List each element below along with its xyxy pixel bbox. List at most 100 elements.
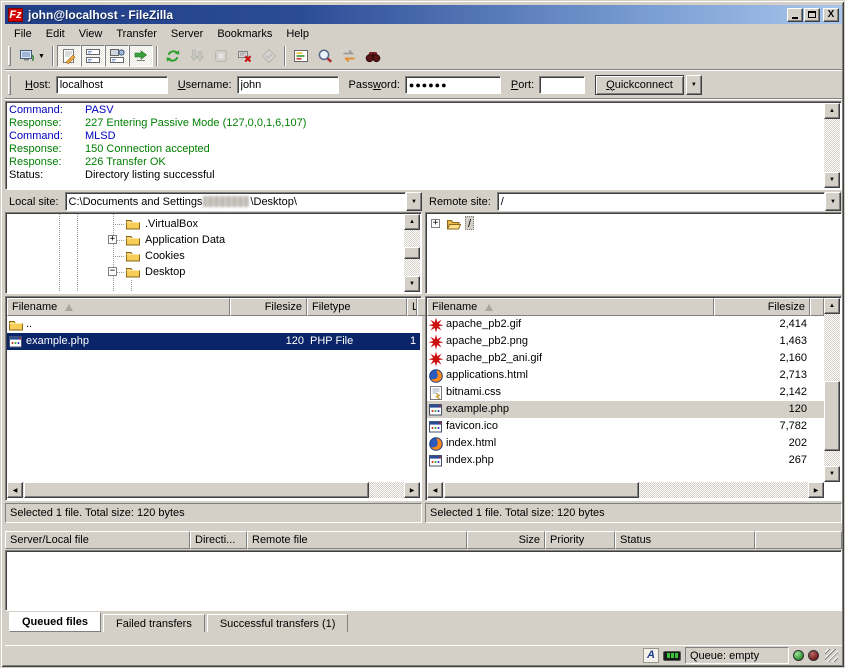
- column-header-filesize[interactable]: Filesize: [230, 298, 307, 316]
- scroll-up-icon[interactable]: ▲: [404, 214, 420, 230]
- remote-site-dropdown-icon[interactable]: ▼: [825, 192, 841, 211]
- file-row-favicon-ico[interactable]: favicon.ico7,782: [427, 418, 824, 435]
- menu-item-bookmarks[interactable]: Bookmarks: [210, 26, 279, 42]
- close-button[interactable]: X: [823, 8, 839, 22]
- minimize-button[interactable]: [787, 8, 803, 22]
- scroll-down-icon[interactable]: ▼: [404, 276, 420, 292]
- cancel-operation-button[interactable]: [209, 45, 233, 67]
- local-hscrollbar[interactable]: ◀ ▶: [7, 482, 420, 499]
- toggle-local-tree-button[interactable]: [81, 45, 105, 67]
- data-type-indicator-icon[interactable]: A: [643, 648, 659, 663]
- queue-column-label: Remote file: [252, 534, 308, 546]
- quickconnect-dropdown-icon[interactable]: ▼: [686, 75, 702, 95]
- toggle-queue-view-button[interactable]: [129, 45, 153, 67]
- menu-item-file[interactable]: File: [7, 26, 39, 42]
- cell-name: apache_pb2.gif: [427, 316, 714, 333]
- local-site-combobox[interactable]: C:\Documents and Settings\Desktop\: [65, 192, 406, 211]
- tree-expand-icon[interactable]: +: [431, 219, 440, 228]
- scroll-up-icon[interactable]: ▲: [824, 298, 840, 314]
- tree-item-root[interactable]: /: [465, 216, 474, 230]
- menu-item-help[interactable]: Help: [279, 26, 316, 42]
- scroll-down-icon[interactable]: ▼: [824, 172, 840, 188]
- queue-column-remote-file[interactable]: Remote file: [247, 531, 467, 549]
- file-row-apache-pb2-gif[interactable]: apache_pb2.gif2,414: [427, 316, 824, 333]
- refresh-button[interactable]: [161, 45, 185, 67]
- local-site-dropdown-icon[interactable]: ▼: [406, 192, 422, 211]
- tab-queued-files[interactable]: Queued files: [9, 612, 101, 632]
- queue-column-status[interactable]: Status: [615, 531, 755, 549]
- local-tree-scroll-thumb[interactable]: [404, 247, 420, 259]
- queue-column-size[interactable]: Size: [467, 531, 545, 549]
- filter-button[interactable]: [289, 45, 313, 67]
- file-row-apache-pb2-ani-gif[interactable]: apache_pb2_ani.gif2,160: [427, 350, 824, 367]
- host-input[interactable]: [56, 76, 168, 94]
- tab-failed-transfers[interactable]: Failed transfers: [103, 614, 205, 632]
- quickconnect-grip[interactable]: [8, 75, 11, 95]
- file-row-bitnami-css[interactable]: bitnami.css2,142: [427, 384, 824, 401]
- reconnect-button[interactable]: [257, 45, 281, 67]
- tree-item-desktop[interactable]: Desktop: [143, 265, 187, 279]
- password-input[interactable]: [405, 76, 501, 94]
- port-input[interactable]: [539, 76, 585, 94]
- queue-column-blank[interactable]: [755, 531, 842, 549]
- column-header-filetype[interactable]: Filetype: [307, 298, 407, 316]
- file-row--[interactable]: ..: [7, 316, 420, 333]
- log-scroll-track[interactable]: [824, 119, 840, 172]
- scroll-right-icon[interactable]: ▶: [808, 482, 824, 498]
- column-header-filesize[interactable]: Filesize: [714, 298, 810, 316]
- queue-column-priority[interactable]: Priority: [545, 531, 615, 549]
- tab-successful-transfers-1-[interactable]: Successful transfers (1): [207, 614, 349, 632]
- file-row-applications-html[interactable]: applications.html2,713: [427, 367, 824, 384]
- tree-item-application-data[interactable]: Application Data: [143, 233, 227, 247]
- remote-scroll-thumb[interactable]: [824, 381, 840, 451]
- log-vscrollbar[interactable]: ▲ ▼: [824, 103, 840, 188]
- file-row-index-php[interactable]: index.php267: [427, 452, 824, 469]
- username-input[interactable]: [237, 76, 339, 94]
- tree-expand-icon[interactable]: +: [108, 235, 117, 244]
- speed-limits-icon[interactable]: [663, 651, 681, 661]
- queue-column-directi-[interactable]: Directi...: [190, 531, 247, 549]
- scroll-right-icon[interactable]: ▶: [404, 482, 420, 498]
- file-row-example-php[interactable]: example.php120: [427, 401, 824, 418]
- local-hscroll-thumb[interactable]: [24, 482, 369, 498]
- menu-item-server[interactable]: Server: [164, 26, 210, 42]
- scroll-left-icon[interactable]: ◀: [7, 482, 23, 498]
- synchronized-browsing-button[interactable]: [337, 45, 361, 67]
- toolbar-separator: [52, 46, 54, 66]
- file-row-example-php[interactable]: example.php120PHP File1: [7, 333, 420, 350]
- process-queue-button[interactable]: [185, 45, 209, 67]
- maximize-button[interactable]: [804, 8, 820, 22]
- scroll-left-icon[interactable]: ◀: [427, 482, 443, 498]
- file-row-index-html[interactable]: index.html202: [427, 435, 824, 452]
- remote-hscroll-thumb[interactable]: [444, 482, 639, 498]
- column-header-l[interactable]: L: [407, 298, 417, 316]
- queue-list[interactable]: [5, 550, 842, 611]
- menu-item-edit[interactable]: Edit: [39, 26, 72, 42]
- toggle-log-view-button[interactable]: [57, 45, 81, 67]
- quickconnect-button[interactable]: Quickconnect: [595, 75, 684, 95]
- menu-item-view[interactable]: View: [72, 26, 110, 42]
- local-tree-vscrollbar[interactable]: ▲ ▼: [404, 214, 420, 292]
- resize-grip[interactable]: [825, 649, 838, 662]
- site-manager-button[interactable]: ▼: [15, 45, 49, 67]
- toggle-remote-tree-button[interactable]: [105, 45, 129, 67]
- local-tree-rows: .VirtualBox + Application Data Cookies − Desk…: [7, 214, 404, 292]
- tree-collapse-icon[interactable]: −: [108, 267, 117, 276]
- queue-column-server-local-file[interactable]: Server/Local file: [5, 531, 190, 549]
- tree-item--virtualbox[interactable]: .VirtualBox: [143, 217, 200, 231]
- find-files-button[interactable]: [361, 45, 385, 67]
- remote-vscrollbar[interactable]: ▲ ▼: [824, 298, 840, 482]
- menu-item-transfer[interactable]: Transfer: [109, 26, 164, 42]
- directory-comparison-button[interactable]: [313, 45, 337, 67]
- scroll-down-icon[interactable]: ▼: [824, 466, 840, 482]
- column-header-filename[interactable]: Filename: [7, 298, 230, 316]
- remote-hscrollbar[interactable]: ◀ ▶: [427, 482, 824, 499]
- column-header-filename[interactable]: Filename: [427, 298, 714, 316]
- title-bar[interactable]: Fz john@localhost - FileZilla X: [5, 5, 842, 24]
- tree-item-cookies[interactable]: Cookies: [143, 249, 187, 263]
- scroll-up-icon[interactable]: ▲: [824, 103, 840, 119]
- file-row-apache-pb2-png[interactable]: apache_pb2.png1,463: [427, 333, 824, 350]
- toolbar-grip[interactable]: [8, 46, 11, 66]
- remote-site-combobox[interactable]: /: [497, 192, 825, 211]
- disconnect-button[interactable]: [233, 45, 257, 67]
